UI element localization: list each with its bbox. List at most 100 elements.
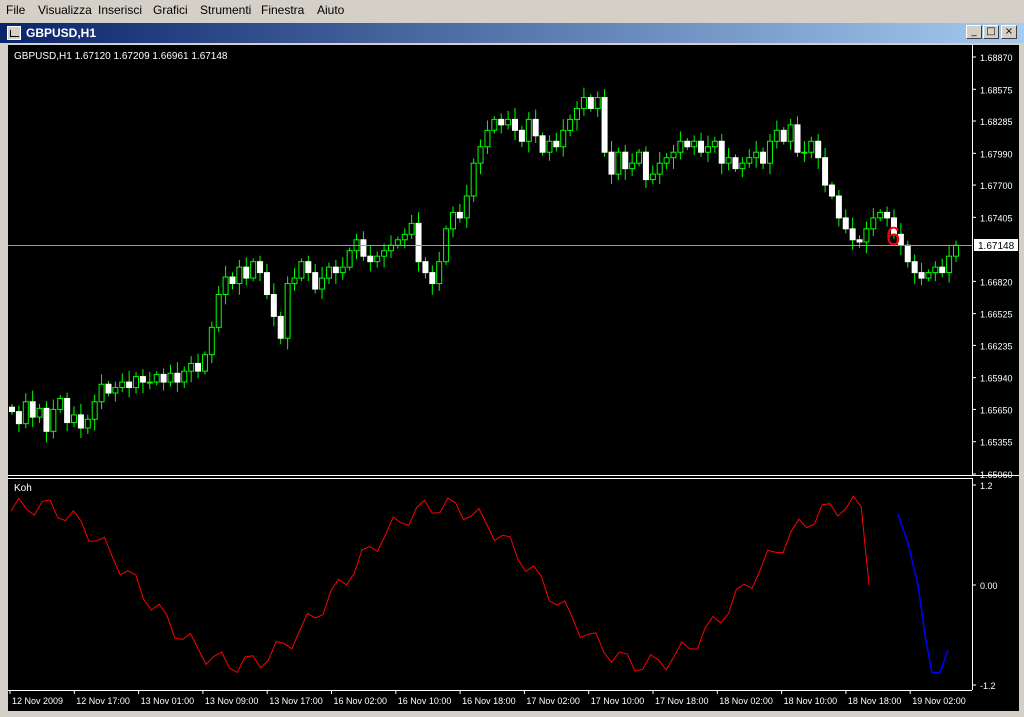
time-tick-label: 17 Nov 18:00 [655, 696, 709, 706]
minimize-button[interactable]: _ [966, 25, 982, 39]
candle-body [71, 414, 78, 424]
candle-body [505, 118, 512, 126]
candle-body [918, 272, 925, 279]
menu-strumenti[interactable]: Strumenti [200, 3, 251, 17]
candle-body [415, 222, 422, 263]
price-tick-label: 1.68870 [980, 53, 1013, 63]
menu-inserisci[interactable]: Inserisci [98, 3, 142, 17]
candle-body [91, 401, 98, 420]
time-tick-label: 16 Nov 02:00 [334, 696, 388, 706]
candle-body [904, 244, 911, 263]
candle-body [133, 376, 140, 389]
price-tick-label: 1.66525 [980, 310, 1013, 320]
time-tick-label: 12 Nov 17:00 [76, 696, 130, 706]
price-axis: 1.68870 1.68575 1.68285 1.67990 1.67700 1.674… [972, 53, 1013, 480]
close-button[interactable]: × [1001, 25, 1017, 39]
candle-body [105, 383, 112, 394]
candle-body [629, 162, 636, 170]
candle-body [946, 255, 953, 274]
price-chart-svg[interactable]: 1.68870 1.68575 1.68285 1.67990 1.67700 1.674… [8, 45, 1019, 711]
minimize-icon: _ [971, 26, 977, 37]
price-tick-label: 1.68285 [980, 117, 1013, 127]
candle-body [284, 283, 291, 339]
candle-body [174, 372, 181, 383]
candle-body [732, 157, 739, 170]
maximize-icon: □ [986, 26, 996, 37]
price-tick-label: 1.67990 [980, 149, 1013, 159]
candle-body [146, 381, 153, 384]
chart-area[interactable]: 1.68870 1.68575 1.68285 1.67990 1.67700 1.674… [8, 45, 1019, 711]
candle-body [863, 228, 870, 243]
candle-body [339, 266, 346, 274]
candle-body [126, 381, 133, 389]
candle-body [98, 383, 105, 403]
candle-body [608, 151, 615, 175]
time-axis: 12 Nov 2009 12 Nov 17:00 13 Nov 01:00 13 No… [9, 690, 966, 706]
time-tick-label: 13 Nov 01:00 [141, 696, 195, 706]
candle-body [470, 162, 477, 197]
candle-body [677, 140, 684, 153]
candle-body [160, 373, 167, 383]
chart-window-titlebar[interactable]: GBPUSD,H1 [0, 23, 1024, 43]
time-tick-label: 16 Nov 18:00 [462, 696, 516, 706]
menu-aiuto[interactable]: Aiuto [317, 3, 344, 17]
menu-bar: File Visualizza Inserisci Grafici Strume… [0, 0, 1024, 20]
candle-body [642, 151, 649, 181]
price-tick-label: 1.67405 [980, 213, 1013, 223]
candles-group [9, 87, 959, 443]
time-tick-label: 18 Nov 02:00 [719, 696, 773, 706]
candle-body [725, 157, 732, 164]
candle-body [298, 261, 305, 279]
time-tick-label: 18 Nov 18:00 [848, 696, 902, 706]
candle-body [325, 266, 332, 279]
maximize-button[interactable]: □ [983, 25, 999, 39]
candle-body [195, 362, 202, 372]
candle-body [656, 162, 663, 175]
candle-body [381, 250, 388, 257]
candle-body [587, 96, 594, 109]
candle-body [456, 211, 463, 219]
candle-body [808, 140, 815, 153]
candle-body [911, 261, 918, 274]
candle-body [594, 96, 601, 109]
candle-body [822, 157, 829, 186]
candle-body [222, 276, 229, 296]
candle-body [360, 239, 367, 257]
menu-file[interactable]: File [6, 3, 25, 17]
candle-body [188, 362, 195, 372]
candle-body [43, 407, 50, 432]
candle-body [718, 140, 725, 164]
candle-body [449, 211, 456, 230]
price-panel-info: GBPUSD,H1 1.67120 1.67209 1.66961 1.6714… [14, 51, 228, 62]
candle-body [484, 129, 491, 148]
candle-body [711, 140, 718, 148]
candle-body [22, 401, 29, 425]
candle-body [670, 151, 677, 159]
candle-body [229, 276, 236, 285]
candle-body [532, 118, 539, 137]
candle-body [877, 211, 884, 219]
menu-visualizza[interactable]: Visualizza [38, 3, 92, 17]
candle-body [636, 151, 643, 164]
candle-body [787, 124, 794, 142]
time-tick-label: 19 Nov 02:00 [912, 696, 966, 706]
price-tick-label: 1.65355 [980, 438, 1013, 448]
candle-body [828, 184, 835, 197]
candle-body [36, 407, 43, 418]
candle-body [766, 140, 773, 164]
menu-finestra[interactable]: Finestra [261, 3, 304, 17]
indicator-tick-label: 1.2 [980, 481, 993, 491]
candle-body [57, 397, 64, 410]
indicator-name-label: Koh [14, 483, 32, 494]
candle-body [932, 266, 939, 274]
candle-body [394, 239, 401, 246]
menu-grafici[interactable]: Grafici [153, 3, 188, 17]
candle-body [622, 151, 629, 170]
candle-body [815, 140, 822, 159]
candle-body [367, 255, 374, 263]
candle-body [684, 140, 691, 148]
candle-body [567, 118, 574, 131]
candle-body [257, 261, 264, 274]
indicator-line-blue [897, 513, 949, 674]
candle-body [856, 239, 863, 243]
